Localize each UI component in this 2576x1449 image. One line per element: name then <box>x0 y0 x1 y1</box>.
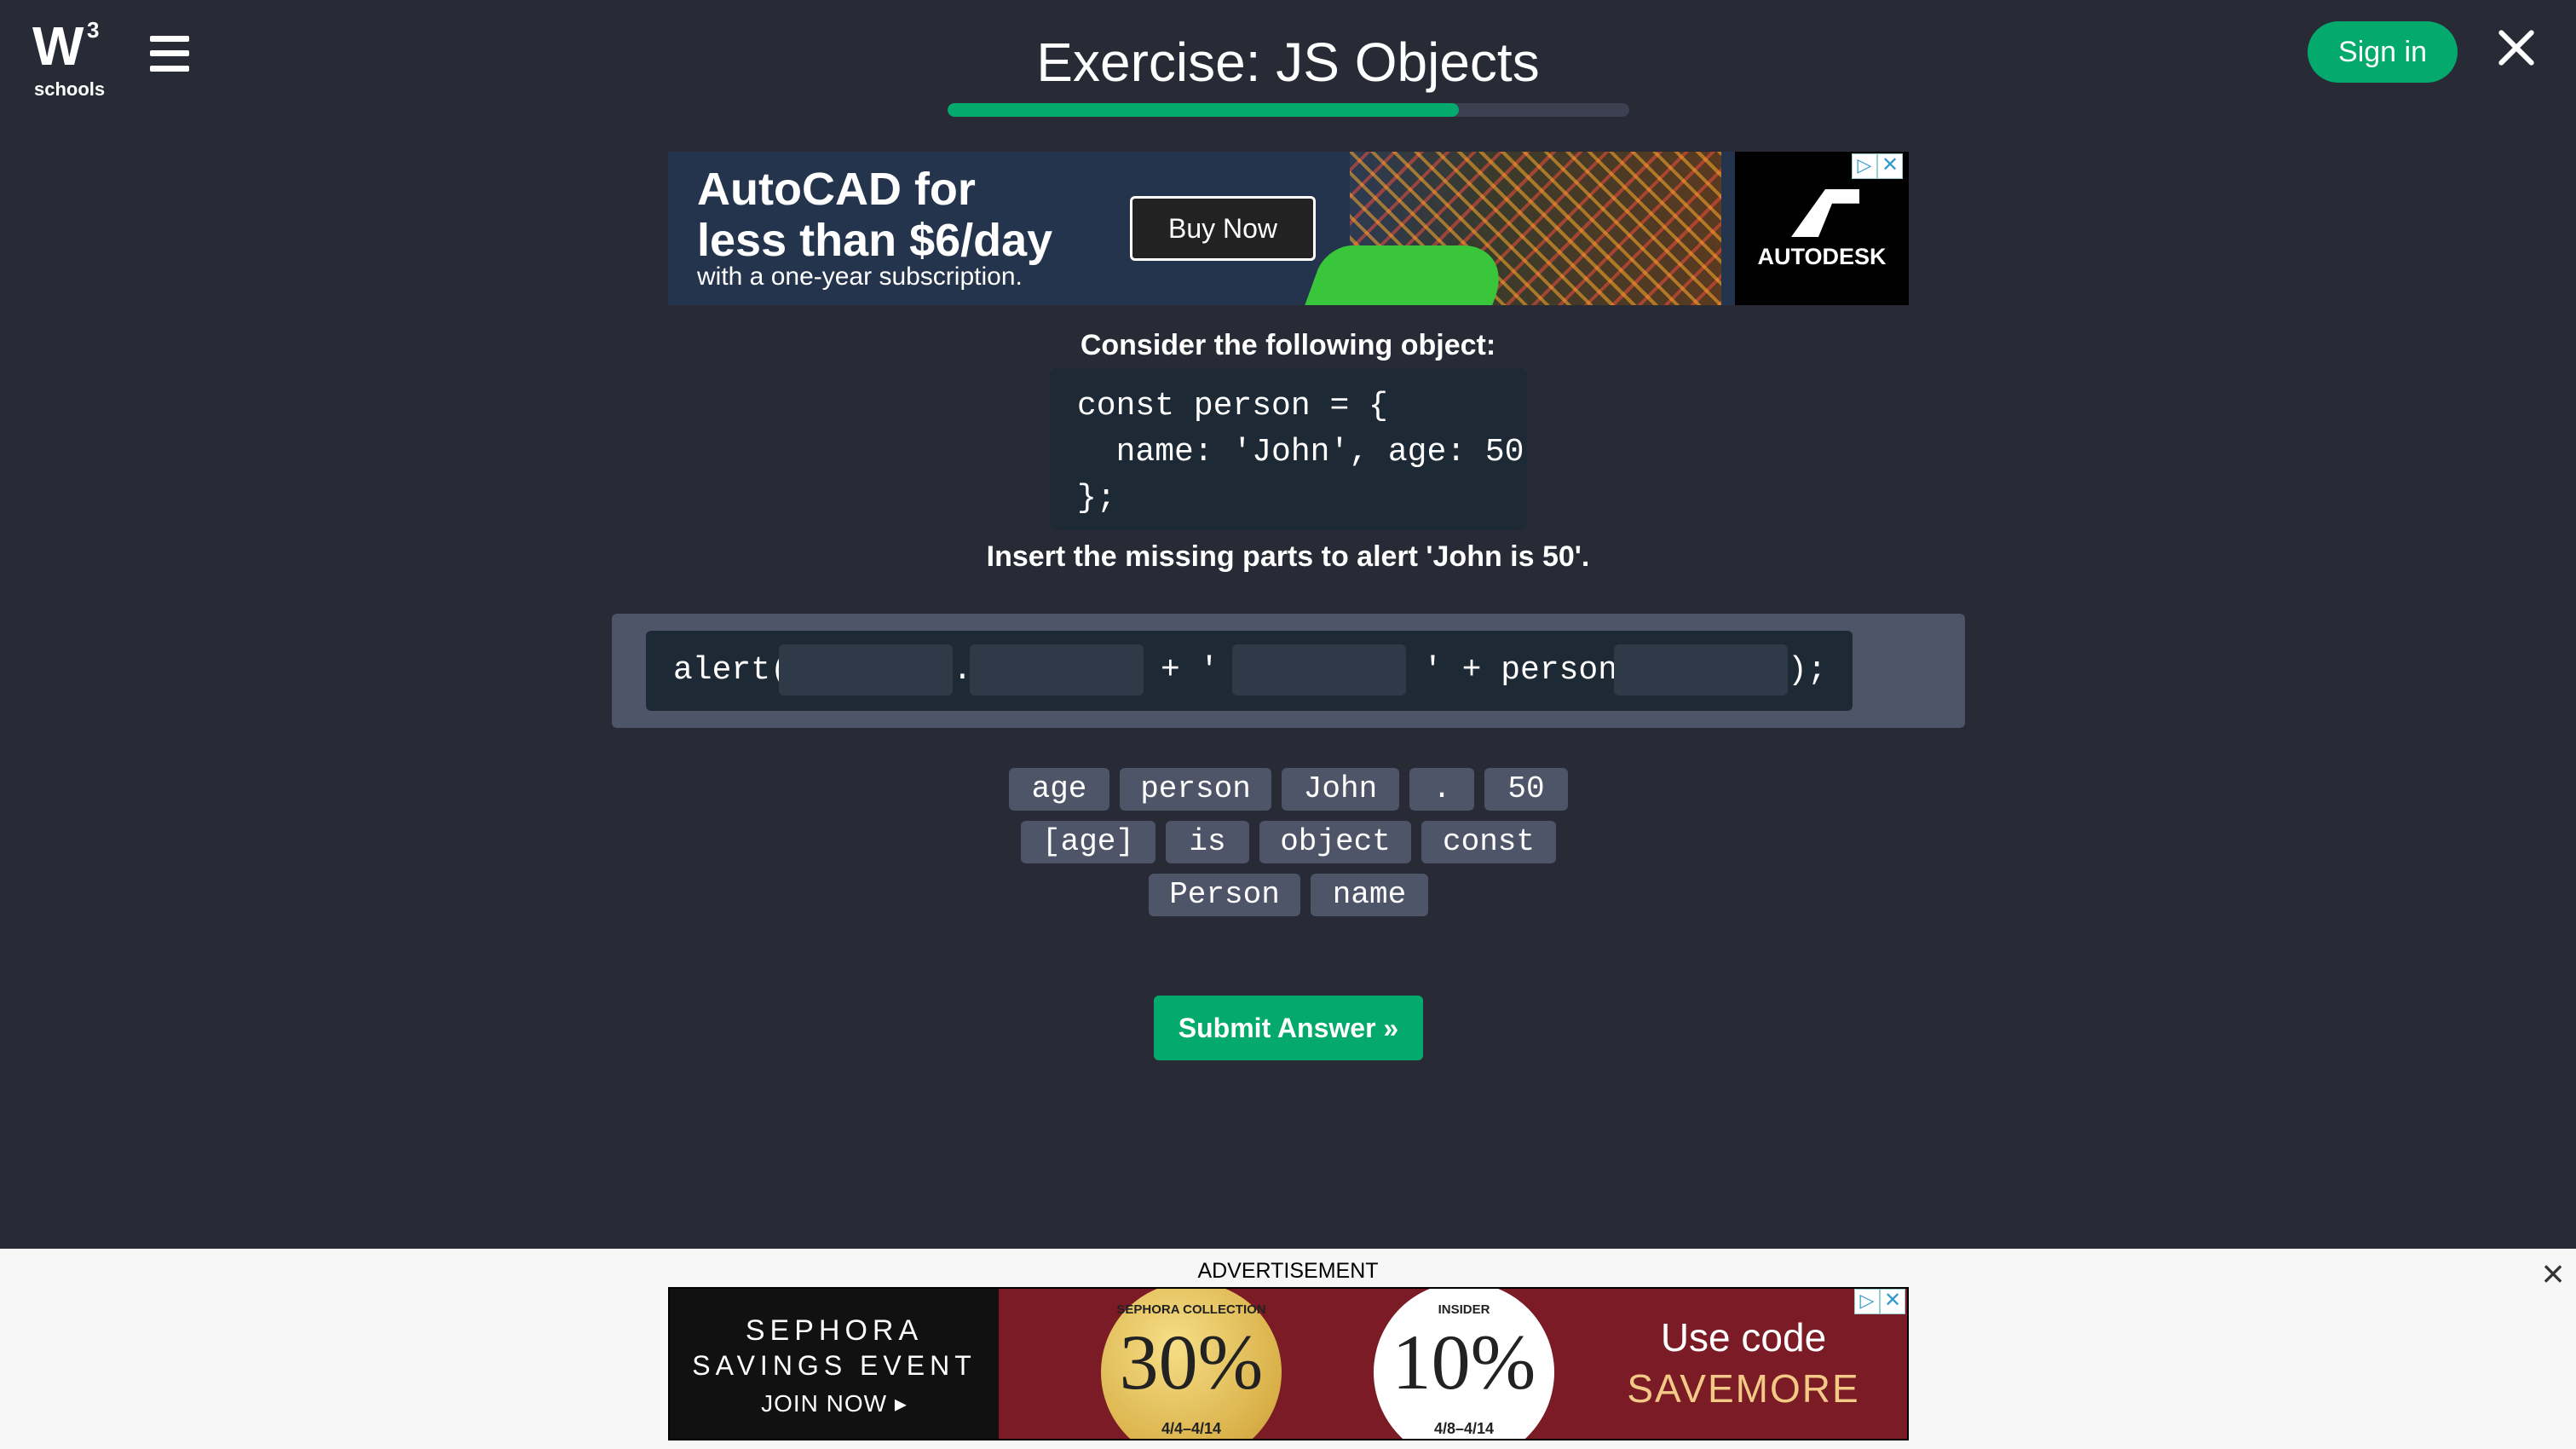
choice-chip[interactable]: . <box>1409 768 1474 811</box>
choice-chip[interactable]: const <box>1421 821 1556 863</box>
choice-chip[interactable]: name <box>1311 874 1428 916</box>
code-line: }; <box>1077 480 1116 517</box>
sephora-join-now-link[interactable]: JOIN NOW ▸ <box>670 1389 999 1417</box>
ad-close-icon[interactable]: ✕ <box>1877 153 1903 179</box>
adchoices-icon[interactable]: ▷ <box>1852 153 1877 179</box>
code-line: const person = { <box>1077 388 1388 424</box>
choice-chip[interactable]: age <box>1009 768 1109 811</box>
submit-answer-button[interactable]: Submit Answer » <box>1154 996 1423 1060</box>
code-example: const person = { name: 'John', age: 50}; <box>1050 368 1527 530</box>
answer-slot-1[interactable] <box>779 644 953 696</box>
answer-token: ' + person. <box>1423 652 1637 689</box>
code-line: name: 'John', age: 50 <box>1077 434 1524 470</box>
exercise-instruction: Insert the missing parts to alert 'John … <box>986 540 1590 573</box>
answer-slot-3[interactable] <box>1232 644 1406 696</box>
choice-chip[interactable]: Person <box>1149 874 1300 916</box>
answer-token: + ' <box>1161 652 1219 689</box>
sephora-ad-banner[interactable]: SEPHORA SAVINGS EVENT JOIN NOW ▸ SEPHORA… <box>668 1287 1909 1440</box>
offer-disc-dates: 4/4–4/14 <box>1161 1420 1222 1437</box>
advertisement-label: ADVERTISEMENT <box>1197 1259 1379 1283</box>
offer-disc-collection: SEPHORA COLLECTION 30% 4/4–4/14 <box>1101 1289 1282 1439</box>
offer-disc-label: INSIDER <box>1438 1302 1490 1317</box>
choice-chip[interactable]: John <box>1282 768 1399 811</box>
promo-code-label: Use code <box>1660 1315 1827 1360</box>
sephora-brand-panel: SEPHORA SAVINGS EVENT JOIN NOW ▸ <box>670 1289 999 1439</box>
autodesk-logo-icon <box>1791 189 1859 237</box>
exercise-intro: Consider the following object: <box>1080 329 1496 361</box>
offer-disc-insider: INSIDER 10% 4/8–4/14 <box>1374 1289 1554 1439</box>
answer-slot-4[interactable] <box>1614 644 1788 696</box>
choice-chip[interactable]: is <box>1166 821 1249 863</box>
promo-code: SAVEMORE <box>1627 1366 1860 1411</box>
ad-brand-name: AUTODESK <box>1757 244 1887 269</box>
autocad-ad-banner[interactable]: AutoCAD for less than $6/day with a one-… <box>668 152 1909 305</box>
offer-disc-label: SEPHORA COLLECTION <box>1116 1302 1266 1317</box>
choice-chip[interactable]: 50 <box>1484 768 1568 811</box>
bottom-ad-close-icon[interactable]: × <box>2536 1254 2570 1293</box>
ad-headline-line1: AutoCAD for <box>697 164 976 215</box>
choice-chip[interactable]: object <box>1259 821 1411 863</box>
sign-in-button[interactable]: Sign in <box>2308 21 2458 83</box>
adchoices-icon[interactable]: ▷ <box>1854 1289 1880 1314</box>
ad-buy-now-button[interactable]: Buy Now <box>1130 196 1316 261</box>
choice-chip[interactable]: person <box>1120 768 1271 811</box>
ad-green-shape <box>1305 245 1514 305</box>
ad-headline-line2: less than $6/day <box>697 215 1053 266</box>
choice-chip[interactable]: [age] <box>1021 821 1155 863</box>
progress-bar <box>948 103 1629 117</box>
offer-disc-value: 10% <box>1392 1319 1536 1406</box>
sephora-brand-line1: SEPHORA <box>745 1314 924 1347</box>
close-icon[interactable] <box>2495 24 2536 72</box>
answer-slot-2[interactable] <box>970 644 1144 696</box>
answer-token: alert( <box>673 652 790 689</box>
offer-disc-dates: 4/8–4/14 <box>1433 1420 1495 1437</box>
ad-subline: with a one-year subscription. <box>697 263 1023 291</box>
progress-fill <box>948 103 1459 117</box>
sephora-brand-line2: SAVINGS EVENT <box>692 1350 977 1381</box>
ad-close-icon[interactable]: ✕ <box>1880 1289 1905 1314</box>
answer-code-line: alert( . + ' ' + person. ); <box>646 631 1853 711</box>
offer-disc-value: 30% <box>1119 1319 1264 1406</box>
answer-token: ); <box>1788 652 1827 689</box>
ad-headline: AutoCAD for less than $6/day <box>697 164 1052 266</box>
page-title: Exercise: JS Objects <box>1036 32 1540 93</box>
